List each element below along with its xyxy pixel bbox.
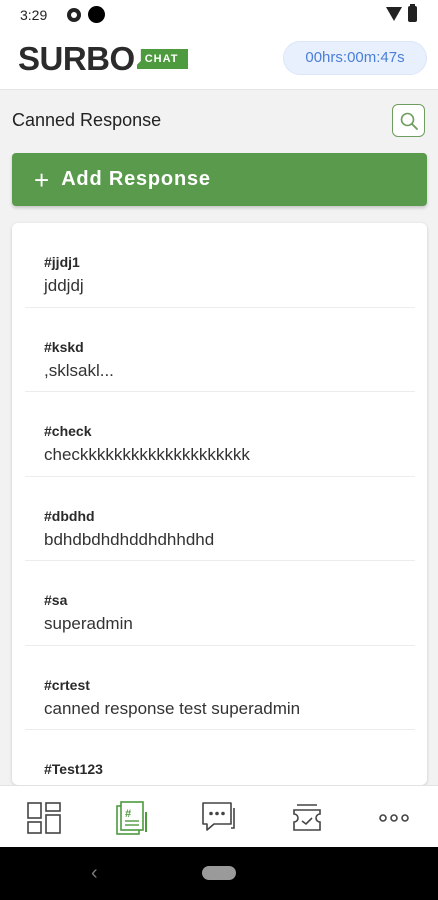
session-timer: 00hrs:00m:47s — [283, 41, 427, 75]
add-response-button[interactable]: + Add Response — [12, 153, 427, 206]
response-item[interactable]: #sa superadmin — [25, 561, 415, 646]
ticket-icon — [293, 804, 321, 831]
canned-response-list: #jjdj1 jddjdj #kskd ,sklsakl... #check c… — [12, 223, 427, 785]
response-tag: #crtest — [44, 676, 90, 693]
wifi-icon — [386, 7, 402, 21]
chat-icon — [202, 802, 235, 831]
response-tag: #check — [44, 423, 92, 439]
battery-icon — [408, 4, 417, 22]
home-pill-icon[interactable] — [202, 866, 236, 880]
back-icon[interactable]: ‹ — [91, 863, 98, 883]
response-tag: #Test123 — [44, 761, 103, 777]
response-text: bdhdbdhdhddhdhhdhd — [44, 529, 215, 549]
nav-canned-response[interactable]: # — [111, 798, 151, 838]
response-text: ,sklsakl... — [44, 360, 114, 380]
response-tag: #jjdj1 — [44, 254, 80, 270]
nav-more[interactable] — [374, 798, 414, 838]
g-notification-icon — [67, 8, 81, 22]
more-icon — [379, 814, 409, 822]
dashboard-icon — [27, 802, 61, 834]
response-item[interactable]: #Test123 — [25, 730, 415, 785]
logo-chat-badge: CHAT — [136, 49, 189, 69]
bottom-nav: # — [0, 785, 438, 847]
nav-dashboard[interactable] — [24, 798, 64, 838]
plus-icon: + — [34, 164, 50, 195]
response-text: jddjdj — [44, 276, 84, 295]
nav-ticket[interactable] — [287, 798, 327, 838]
search-icon — [400, 112, 418, 130]
status-time: 3:29 — [20, 7, 48, 23]
response-item[interactable]: #jjdj1 jddjdj — [25, 223, 415, 308]
logo-text: SURBO — [18, 40, 135, 77]
notification-dot-icon — [88, 6, 105, 23]
response-tag: #dbdhd — [44, 507, 95, 524]
surbo-logo: SURBO CHAT — [18, 40, 189, 77]
android-nav-bar: ‹ — [0, 847, 438, 900]
status-bar: 3:29 — [0, 0, 438, 30]
response-item[interactable]: #crtest canned response test superadmin — [25, 646, 415, 730]
app-header: SURBO CHAT 00hrs:00m:47s — [0, 30, 438, 90]
canned-response-icon: # — [116, 801, 147, 835]
response-tag: #kskd — [44, 338, 84, 355]
search-button[interactable] — [392, 104, 425, 137]
response-item[interactable]: #check checkkkkkkkkkkkkkkkkkkkk — [25, 392, 415, 477]
response-tag: #sa — [44, 592, 68, 608]
svg-text:#: # — [125, 808, 131, 820]
response-item[interactable]: #dbdhd bdhdbdhdhddhdhhdhd — [25, 477, 415, 561]
response-text: canned response test superadmin — [44, 698, 301, 718]
response-item[interactable]: #kskd ,sklsakl... — [25, 308, 415, 392]
page-title: Canned Response — [12, 110, 162, 130]
add-response-label: Add Response — [61, 168, 211, 190]
response-text: checkkkkkkkkkkkkkkkkkkkk — [44, 445, 250, 464]
nav-chat[interactable] — [199, 798, 239, 838]
response-text: superadmin — [44, 614, 133, 633]
